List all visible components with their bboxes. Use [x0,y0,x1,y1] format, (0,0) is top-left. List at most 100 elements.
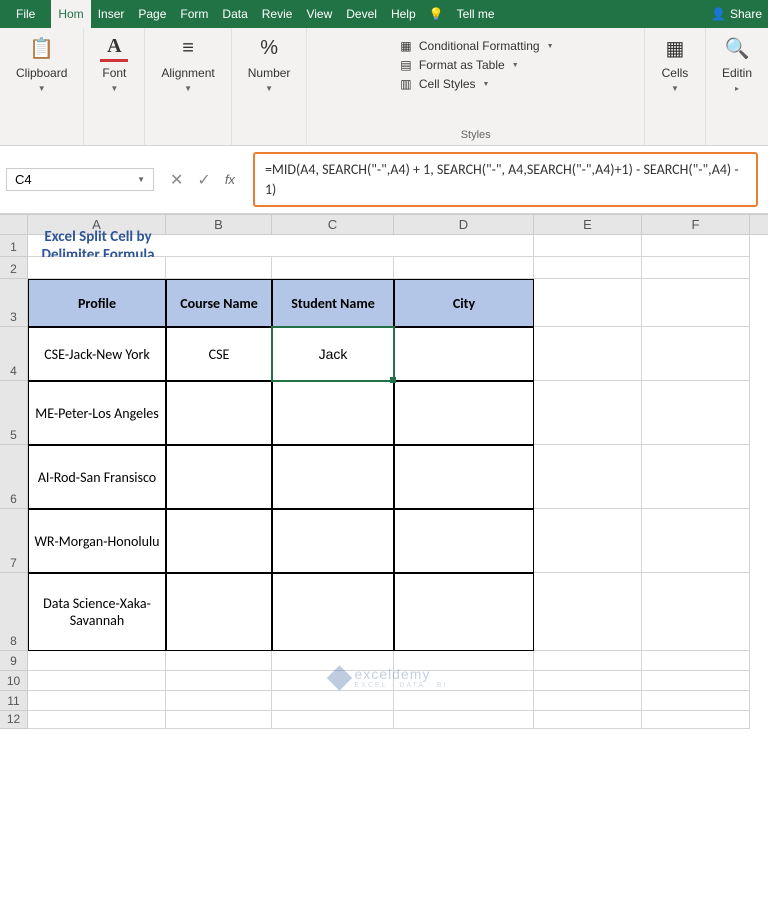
name-box[interactable]: C4 ▼ [6,168,154,191]
row-header[interactable]: 7 [0,509,28,573]
cell[interactable] [28,711,166,729]
row-header[interactable]: 2 [0,257,28,279]
tab-formulas[interactable]: Form [173,0,215,28]
cell[interactable] [394,711,534,729]
cell-profile[interactable]: WR-Morgan-Honolulu [28,509,166,573]
cell[interactable] [534,445,642,509]
cell[interactable] [642,691,750,711]
header-student[interactable]: Student Name [272,279,394,327]
cell-student[interactable] [272,509,394,573]
cell[interactable] [642,327,750,381]
col-header-D[interactable]: D [394,215,534,234]
formula-bar[interactable]: =MID(A4, SEARCH("-",A4) + 1, SEARCH("-",… [253,152,758,207]
row-header[interactable]: 12 [0,711,28,729]
col-header-F[interactable]: F [642,215,750,234]
row-header[interactable]: 6 [0,445,28,509]
cell[interactable] [166,257,272,279]
cell[interactable] [534,711,642,729]
share-button[interactable]: 👤 Share [705,7,768,21]
fill-handle[interactable] [390,377,396,383]
cell-course[interactable] [166,445,272,509]
select-all-corner[interactable] [0,215,28,234]
cell[interactable] [642,235,750,257]
cell-city[interactable] [394,573,534,651]
cell[interactable] [534,327,642,381]
cell[interactable] [28,691,166,711]
cell-title[interactable]: Excel Split Cell by Delimiter Formula [28,235,166,257]
cell[interactable] [534,573,642,651]
cell[interactable] [642,257,750,279]
cell[interactable] [272,691,394,711]
row-header[interactable]: 11 [0,691,28,711]
cell[interactable] [28,651,166,671]
tab-page[interactable]: Page [131,0,173,28]
cell[interactable] [534,279,642,327]
tab-developer[interactable]: Devel [339,0,384,28]
cell[interactable] [394,257,534,279]
cell-profile[interactable]: ME-Peter-Los Angeles [28,381,166,445]
header-profile[interactable]: Profile [28,279,166,327]
col-header-C[interactable]: C [272,215,394,234]
row-header[interactable]: 3 [0,279,28,327]
fx-icon[interactable]: fx [225,172,243,187]
cell[interactable] [642,445,750,509]
cell[interactable] [272,257,394,279]
cell-profile[interactable]: AI-Rod-San Fransisco [28,445,166,509]
tab-review[interactable]: Revie [255,0,300,28]
cell-course[interactable] [166,573,272,651]
number-button[interactable]: % Number ▼ [242,32,297,95]
tab-help[interactable]: Help [384,0,423,28]
row-header[interactable]: 5 [0,381,28,445]
cell[interactable] [166,671,272,691]
cell-student[interactable] [272,445,394,509]
tab-view[interactable]: View [299,0,339,28]
conditional-formatting-button[interactable]: ▦ Conditional Formatting ▼ [398,38,554,54]
tab-file[interactable]: File [0,0,51,28]
cell-profile[interactable]: Data Science-Xaka-Savannah [28,573,166,651]
cell[interactable] [534,509,642,573]
cell-course[interactable]: CSE [166,327,272,381]
cell[interactable] [166,235,272,257]
cell[interactable] [534,651,642,671]
cell-student[interactable] [272,381,394,445]
col-header-E[interactable]: E [534,215,642,234]
lightbulb-icon[interactable]: 💡 [429,7,444,21]
cell[interactable] [534,671,642,691]
cell[interactable] [642,509,750,573]
cell[interactable] [534,381,642,445]
font-button[interactable]: A Font ▼ [94,32,134,95]
cell-city[interactable] [394,509,534,573]
cell-student-selected[interactable]: Jack [272,327,394,381]
cell[interactable] [166,711,272,729]
cell-city[interactable] [394,445,534,509]
row-header[interactable]: 8 [0,573,28,651]
row-header[interactable]: 9 [0,651,28,671]
cell-course[interactable] [166,509,272,573]
cell[interactable] [642,573,750,651]
chevron-down-icon[interactable]: ▼ [137,175,145,184]
cell-city[interactable] [394,381,534,445]
cell[interactable] [166,651,272,671]
clipboard-button[interactable]: 📋 Clipboard ▼ [10,32,73,95]
cell-course[interactable] [166,381,272,445]
cell-styles-button[interactable]: ▥ Cell Styles ▼ [398,76,490,92]
row-header[interactable]: 1 [0,235,28,257]
cell[interactable] [642,711,750,729]
cell[interactable] [394,691,534,711]
cell-profile[interactable]: CSE-Jack-New York [28,327,166,381]
format-as-table-button[interactable]: ▤ Format as Table ▼ [398,57,519,73]
cell[interactable] [28,671,166,691]
alignment-button[interactable]: ≡ Alignment ▼ [155,32,220,95]
cell-city[interactable] [394,327,534,381]
cell[interactable] [272,711,394,729]
cell[interactable] [534,257,642,279]
col-header-B[interactable]: B [166,215,272,234]
enter-icon[interactable]: ✓ [197,170,210,190]
row-header[interactable]: 4 [0,327,28,381]
header-city[interactable]: City [394,279,534,327]
cell[interactable] [642,651,750,671]
cell[interactable] [534,235,642,257]
header-course[interactable]: Course Name [166,279,272,327]
cell[interactable] [642,279,750,327]
tab-data[interactable]: Data [215,0,254,28]
